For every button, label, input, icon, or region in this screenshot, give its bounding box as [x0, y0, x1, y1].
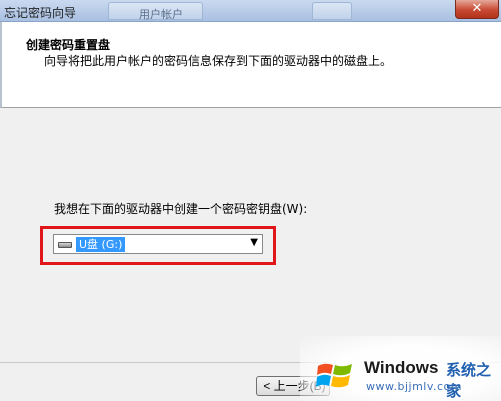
drive-select[interactable]: U盘 (G:) ▼	[53, 234, 263, 254]
page-subtitle: 向导将把此用户帐户的密码信息保存到下面的驱动器中的磁盘上。	[44, 54, 393, 68]
drive-select-label: 我想在下面的驱动器中创建一个密码密钥盘(W):	[54, 202, 308, 216]
close-button[interactable]: ✕	[455, 0, 499, 19]
drive-select-value: U盘 (G:)	[76, 237, 126, 252]
background-window-tab[interactable]: 用户帐户	[108, 2, 203, 21]
background-window-tab-2[interactable]	[312, 2, 352, 20]
chevron-down-icon[interactable]: ▼	[250, 237, 258, 248]
site-watermark: Windows 系统之家 www.bjjmlv.com	[300, 336, 501, 401]
title-bar[interactable]: 忘记密码向导 用户帐户 ✕	[0, 0, 501, 22]
watermark-url: www.bjjmlv.com	[366, 380, 462, 393]
page-title: 创建密码重置盘	[26, 38, 111, 52]
usb-drive-icon	[58, 242, 72, 248]
background-window-tab-label: 用户帐户	[139, 8, 183, 21]
window-title: 忘记密码向导	[4, 6, 77, 20]
watermark-brand: Windows	[364, 358, 439, 377]
wizard-header: 创建密码重置盘 向导将把此用户帐户的密码信息保存到下面的驱动器中的磁盘上。	[0, 22, 501, 108]
windows-logo-icon	[316, 363, 352, 388]
